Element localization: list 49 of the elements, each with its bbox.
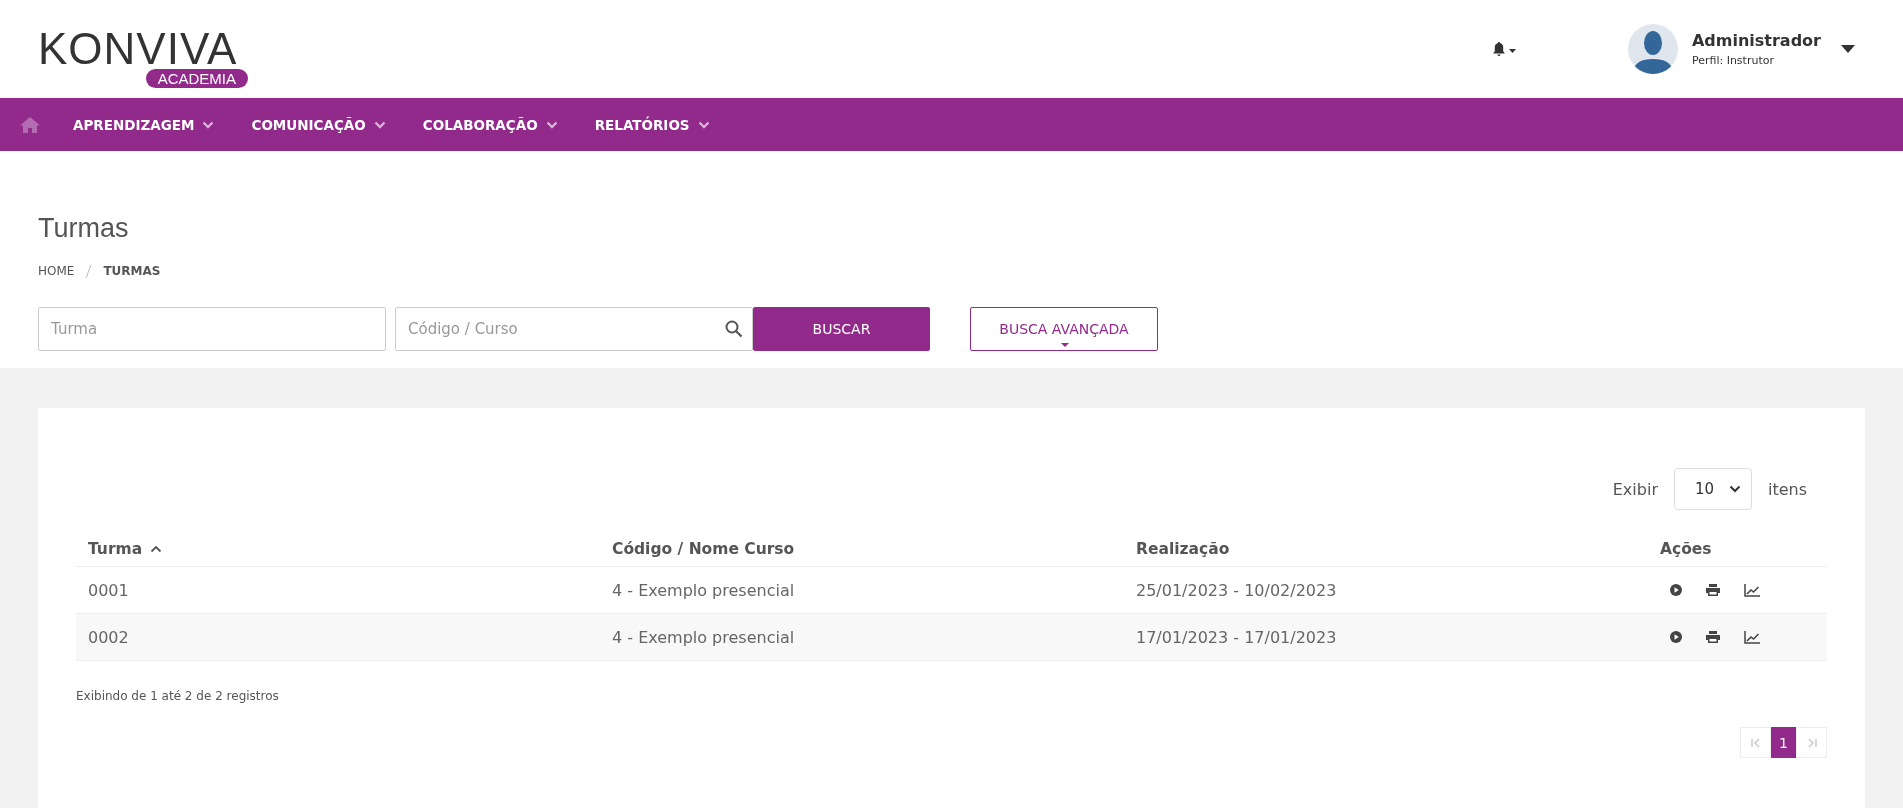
avatar-silhouette [1627,24,1678,74]
breadcrumb-link[interactable]: HOME [38,264,75,278]
chevron-down-icon [373,120,386,129]
column-header: Código / Nome Curso [612,540,795,558]
notifications-button[interactable] [1491,41,1518,57]
records-summary: Exibindo de 1 até 2 de 2 registros [76,689,280,703]
column-header: Ações [1660,540,1712,558]
chevron-down-icon [697,120,710,129]
nav-menu-item[interactable]: COMUNICAÇÃO [251,116,386,133]
column-header[interactable]: Turma [88,540,163,558]
breadcrumb-link[interactable]: TURMAS [103,264,161,278]
nav-menu-item[interactable]: APRENDIZAGEM [73,116,215,133]
column-header: Realização [1136,540,1230,558]
line-chart-icon[interactable] [1744,583,1760,597]
bell-icon [1491,41,1518,57]
show-label: Exibir [1612,479,1658,499]
last-page-icon [1806,737,1817,748]
table-cell: 4 - Exemplo presencial [612,580,795,600]
print-icon[interactable] [1706,584,1720,596]
nav-menu-item[interactable]: RELATÓRIOS [594,116,710,133]
table-cell: 0001 [88,580,129,600]
print-icon[interactable] [1706,631,1720,643]
line-chart-icon[interactable] [1744,630,1760,644]
chevron-down-icon [545,120,558,129]
nav-menu-item[interactable]: COLABORAÇÃO [422,116,558,133]
course-search-field[interactable]: Código / Curso [395,307,753,351]
logo-wordmark: KONVIVA [38,26,238,71]
user-profile: Perfil: Instrutor [1691,54,1775,67]
chevron-down-icon [202,120,215,129]
table-cell: 4 - Exemplo presencial [612,627,795,647]
table-cell: 0002 [88,627,129,647]
page-size-select[interactable]: 10 [1673,468,1752,510]
play-icon[interactable] [1670,631,1682,643]
page-title: Turmas [38,213,130,244]
caret-icon[interactable] [1841,45,1855,53]
caret-icon [1061,343,1069,347]
play-icon[interactable] [1670,584,1682,596]
logo-tag: ACADEMIA [145,68,248,88]
page-number-button[interactable]: 1 [1771,727,1796,758]
table-cell: 17/01/2023 - 17/01/2023 [1136,627,1337,647]
chevron-down-icon [1728,485,1741,493]
first-page-icon [1750,737,1761,748]
user-name: Administrador [1691,31,1821,50]
items-label: itens [1767,479,1807,499]
search-button[interactable]: BUSCAR [753,307,930,351]
turma-input-field[interactable]: Turma [38,307,386,351]
search-icon [725,320,743,338]
advanced-search-button[interactable]: BUSCA AVANÇADA [970,307,1158,351]
table-cell: 25/01/2023 - 10/02/2023 [1136,580,1337,600]
